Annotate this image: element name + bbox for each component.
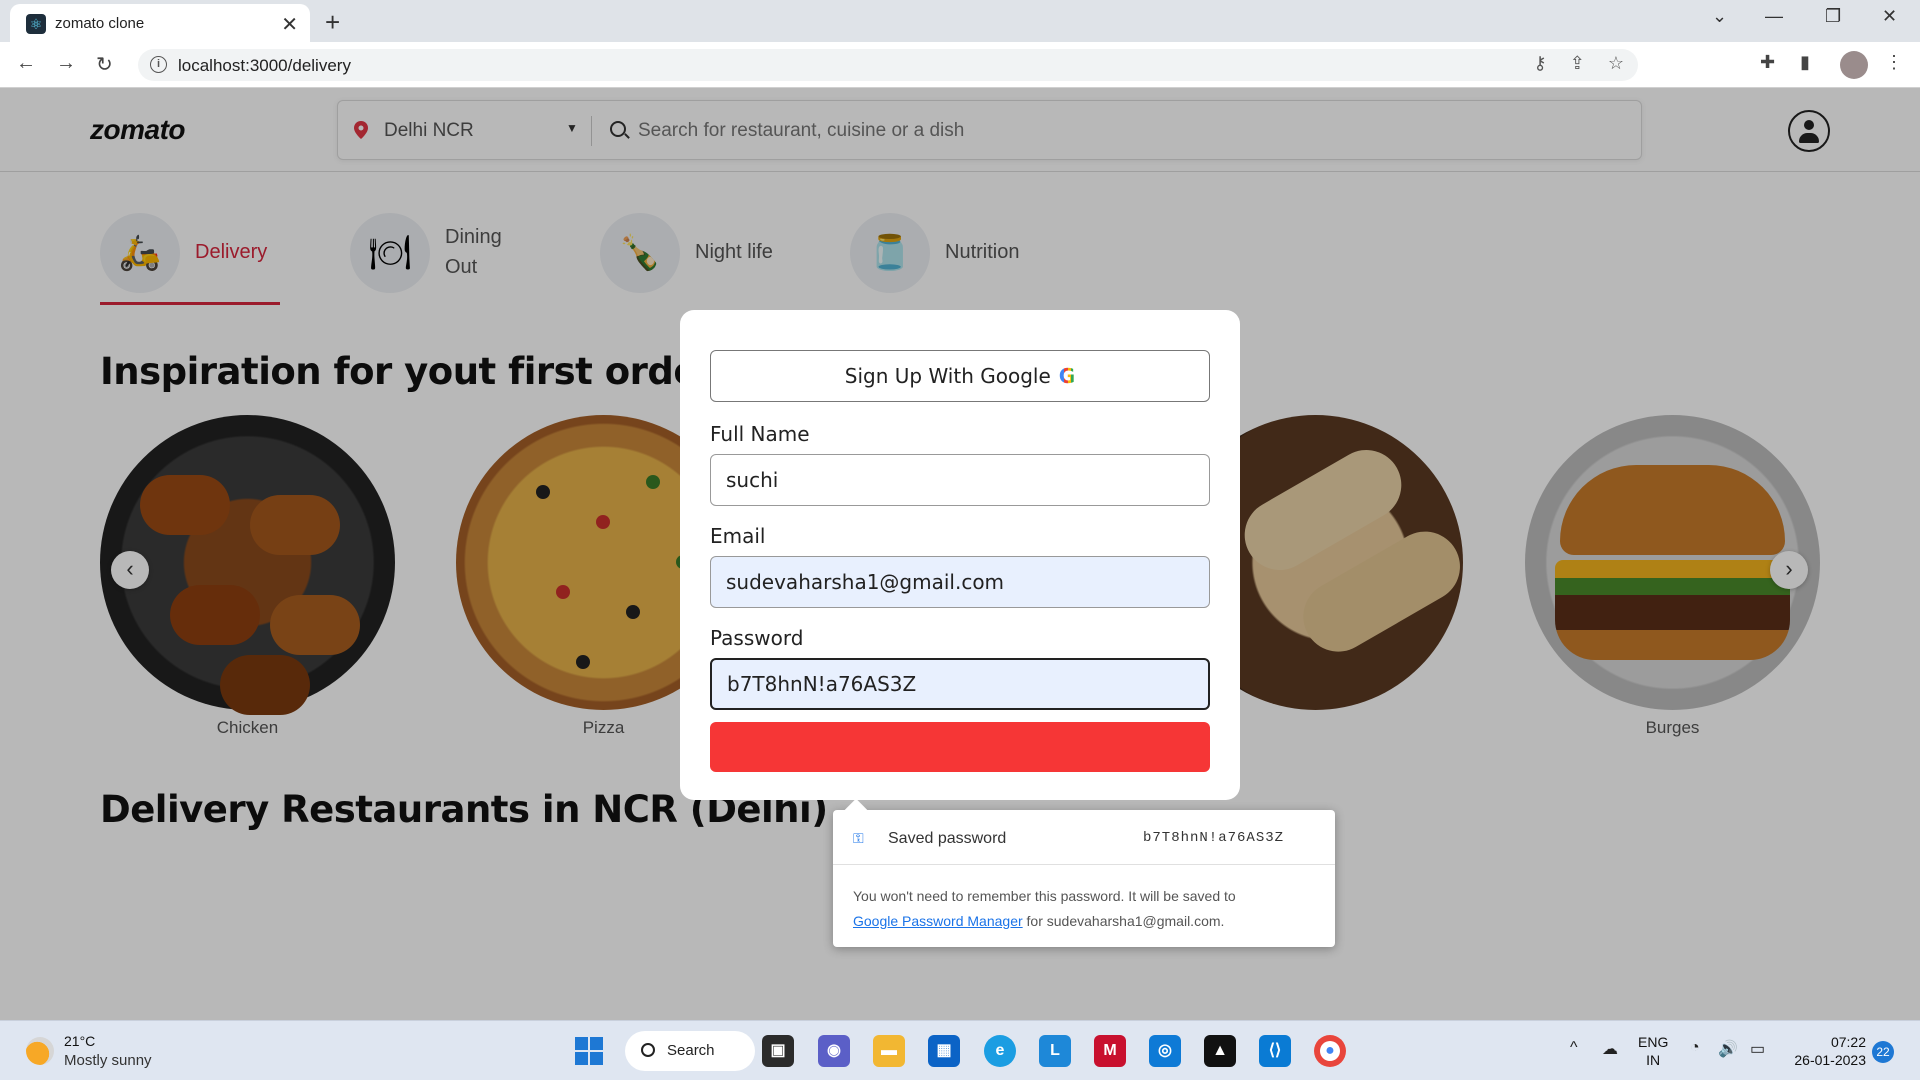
google-signup-label: Sign Up With Google bbox=[844, 364, 1051, 388]
onedrive-icon[interactable]: ☁ bbox=[1602, 1039, 1618, 1059]
saved-password-value[interactable]: b7T8hnN!a76AS3Z bbox=[1143, 830, 1284, 846]
share-icon[interactable]: ⇪ bbox=[1570, 53, 1585, 73]
site-info-icon[interactable]: i bbox=[150, 56, 167, 73]
lang-line-1: ENG bbox=[1638, 1034, 1669, 1050]
restore-button[interactable]: ❐ bbox=[1825, 6, 1841, 27]
email-field[interactable]: sudevaharsha1@gmail.com bbox=[710, 556, 1210, 608]
taskbar-search-label: Search bbox=[667, 1042, 715, 1059]
notification-badge[interactable]: 22 bbox=[1872, 1041, 1894, 1063]
password-note-end: for sudevaharsha1@gmail.com. bbox=[1026, 913, 1225, 929]
password-note-text: You won't need to remember this password… bbox=[853, 888, 1236, 904]
clock-time: 07:22 bbox=[1830, 1034, 1866, 1050]
file-explorer-icon[interactable]: ▬ bbox=[873, 1035, 905, 1067]
extensions-icon[interactable]: ✚ bbox=[1760, 52, 1775, 73]
full-name-label: Full Name bbox=[710, 422, 810, 446]
search-icon bbox=[641, 1043, 655, 1057]
star-icon[interactable]: ☆ bbox=[1608, 53, 1624, 73]
back-icon[interactable]: ← bbox=[16, 52, 36, 75]
new-tab-button[interactable]: + bbox=[325, 7, 340, 38]
store-icon[interactable]: ▦ bbox=[928, 1035, 960, 1067]
minimize-button[interactable]: — bbox=[1765, 6, 1783, 27]
chrome-icon[interactable]: ● bbox=[1314, 1035, 1346, 1067]
close-window-button[interactable]: ✕ bbox=[1882, 6, 1897, 27]
key-icon[interactable]: ⚷ bbox=[1534, 53, 1547, 73]
clock-date: 26-01-2023 bbox=[1794, 1052, 1866, 1068]
mcafee-icon[interactable]: M bbox=[1094, 1035, 1126, 1067]
battery-icon[interactable]: ▭ bbox=[1750, 1039, 1765, 1059]
google-icon: G bbox=[1058, 364, 1076, 388]
language-indicator[interactable]: ENG IN bbox=[1638, 1033, 1668, 1069]
key-icon: ⚿ bbox=[853, 830, 864, 846]
weather-icon[interactable] bbox=[26, 1037, 54, 1065]
weather-desc[interactable]: Mostly sunny bbox=[64, 1052, 152, 1069]
taskbar: 21°C Mostly sunny Search ▣ ◉ ▬ ▦ e L M ◎… bbox=[0, 1020, 1920, 1080]
password-field[interactable]: b7T8hnN!a76AS3Z bbox=[710, 658, 1210, 710]
password-label: Password bbox=[710, 626, 804, 650]
popup-divider bbox=[833, 864, 1335, 865]
full-name-field[interactable]: suchi bbox=[710, 454, 1210, 506]
chat-icon[interactable]: ◉ bbox=[818, 1035, 850, 1067]
tab-search-icon[interactable]: ⌄ bbox=[1712, 6, 1727, 27]
edge-icon[interactable]: e bbox=[984, 1035, 1016, 1067]
profile-avatar[interactable] bbox=[1840, 51, 1868, 79]
reload-icon[interactable]: ↻ bbox=[96, 52, 113, 77]
react-icon: ⚛ bbox=[26, 14, 46, 34]
letter-l-app-icon[interactable]: L bbox=[1039, 1035, 1071, 1067]
forward-icon[interactable]: → bbox=[56, 52, 76, 75]
save-password-popup: ⚿ Saved password b7T8hnN!a76AS3Z You won… bbox=[833, 798, 1335, 947]
tray-chevron-icon[interactable]: ^ bbox=[1570, 1039, 1578, 1057]
saved-password-title[interactable]: Saved password bbox=[888, 830, 1006, 848]
browser-tabstrip: ⚛ zomato clone ✕ + ⌄ — ❐ ✕ bbox=[0, 0, 1920, 42]
close-tab-icon[interactable]: ✕ bbox=[281, 12, 298, 37]
password-manager-link[interactable]: Google Password Manager bbox=[853, 913, 1023, 929]
google-signup-button[interactable]: Sign Up With Google G bbox=[710, 350, 1210, 402]
signup-modal: Sign Up With Google G Full Name suchi Ema… bbox=[680, 310, 1240, 800]
volume-icon[interactable]: 🔊 bbox=[1718, 1039, 1738, 1059]
wifi-icon[interactable]: ◔ bbox=[1690, 1039, 1700, 1057]
browser-toolbar: ← → ↻ i localhost:3000/delivery ⚷ ⇪ ☆ ✚ … bbox=[0, 42, 1920, 88]
address-bar[interactable]: i localhost:3000/delivery ⚷ ⇪ ☆ bbox=[138, 49, 1638, 81]
weather-temp[interactable]: 21°C bbox=[64, 1033, 95, 1049]
lang-line-2: IN bbox=[1646, 1052, 1661, 1068]
email-label: Email bbox=[710, 524, 766, 548]
side-panel-icon[interactable]: ▮ bbox=[1800, 52, 1810, 73]
url-text[interactable]: localhost:3000/delivery bbox=[178, 56, 351, 76]
affinity-icon[interactable]: ▲ bbox=[1204, 1035, 1236, 1067]
task-view-icon[interactable]: ▣ bbox=[762, 1035, 794, 1067]
taskbar-search[interactable]: Search bbox=[625, 1031, 755, 1071]
password-note: You won't need to remember this password… bbox=[853, 884, 1323, 934]
vscode-icon[interactable]: ⟨⟩ bbox=[1259, 1035, 1291, 1067]
submit-button[interactable] bbox=[710, 722, 1210, 772]
menu-icon[interactable]: ⋮ bbox=[1885, 52, 1903, 73]
tab-title: zomato clone bbox=[55, 15, 145, 32]
clock[interactable]: 07:22 26-01-2023 bbox=[1786, 1033, 1866, 1069]
windows-start-icon[interactable] bbox=[575, 1037, 605, 1067]
page: zomato Delhi NCR ▼ Search for restaurant… bbox=[0, 88, 1920, 1020]
browser-tab[interactable]: ⚛ zomato clone ✕ bbox=[10, 4, 310, 42]
camera-app-icon[interactable]: ◎ bbox=[1149, 1035, 1181, 1067]
